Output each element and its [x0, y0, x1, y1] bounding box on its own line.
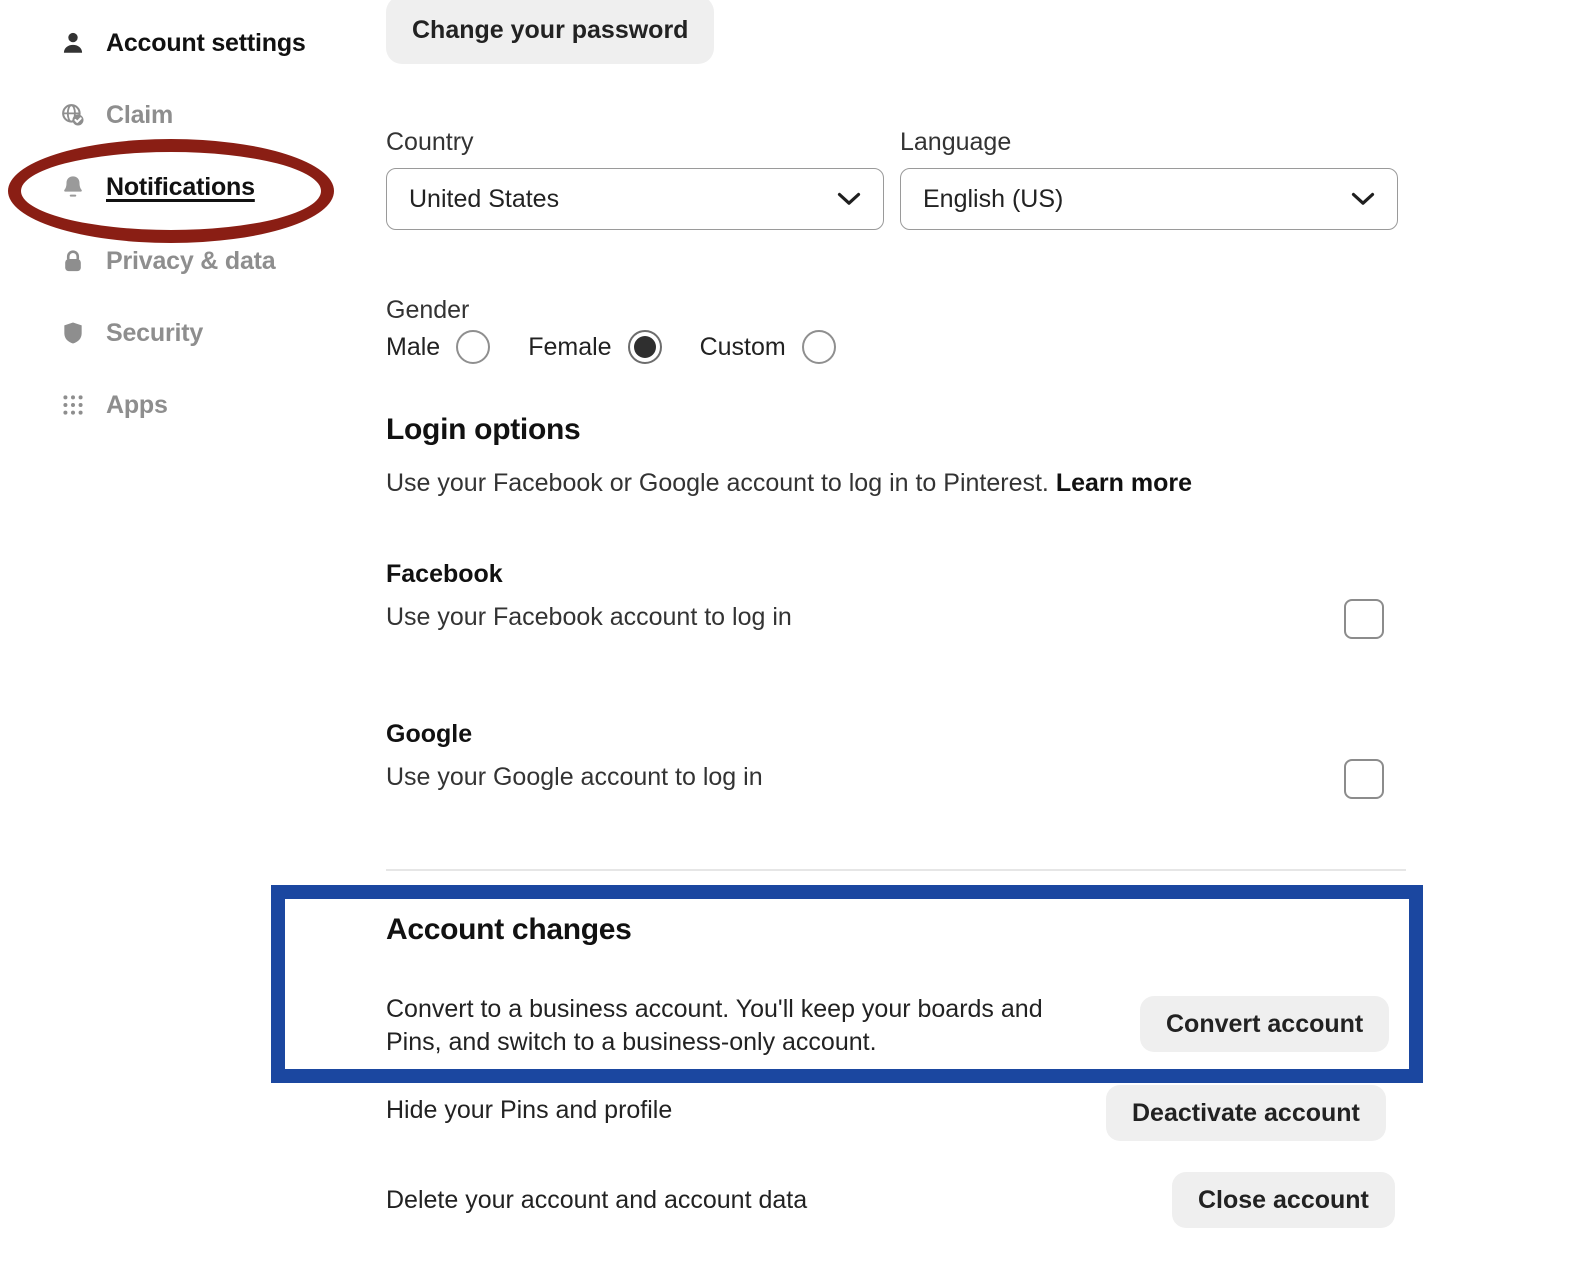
gender-option-female[interactable]: Female — [528, 330, 662, 364]
login-options-description: Use your Facebook or Google account to l… — [386, 469, 1192, 498]
change-password-button[interactable]: Change your password — [386, 0, 715, 64]
learn-more-link[interactable]: Learn more — [1056, 469, 1192, 497]
login-options-description-text: Use your Facebook or Google account to l… — [386, 469, 1049, 497]
gender-option-label: Custom — [699, 332, 786, 361]
language-select[interactable]: English (US) — [900, 168, 1398, 230]
close-account-description: Delete your account and account data — [386, 1186, 808, 1214]
chevron-down-icon — [1351, 192, 1375, 206]
deactivate-account-description: Hide your Pins and profile — [386, 1096, 673, 1124]
country-select[interactable]: United States — [386, 168, 884, 230]
deactivate-account-button[interactable]: Deactivate account — [1106, 1085, 1386, 1141]
language-select-value: English (US) — [923, 184, 1064, 213]
country-label: Country — [386, 128, 474, 156]
provider-description-google: Use your Google account to log in — [386, 763, 763, 791]
login-options-title: Login options — [386, 413, 581, 446]
checkbox-facebook-login[interactable] — [1344, 599, 1384, 639]
account-changes-title: Account changes — [386, 913, 632, 946]
provider-description-facebook: Use your Facebook account to log in — [386, 603, 792, 631]
provider-name-facebook: Facebook — [386, 560, 503, 588]
chevron-down-icon — [837, 192, 861, 206]
radio-female[interactable] — [627, 330, 662, 364]
gender-label: Gender — [386, 296, 470, 324]
provider-name-google: Google — [386, 720, 473, 748]
convert-account-description: Convert to a business account. You'll ke… — [386, 995, 1043, 1056]
checkbox-google-login[interactable] — [1344, 759, 1384, 799]
convert-account-button[interactable]: Convert account — [1140, 996, 1390, 1052]
gender-option-label: Male — [386, 332, 441, 361]
gender-radio-group: Male Female Custom — [386, 330, 874, 364]
section-divider — [386, 869, 1406, 871]
gender-option-male[interactable]: Male — [386, 330, 491, 364]
gender-option-custom[interactable]: Custom — [700, 330, 836, 364]
radio-male[interactable] — [456, 330, 491, 364]
radio-custom[interactable] — [801, 330, 836, 364]
language-label: Language — [900, 128, 1012, 156]
account-settings-panel: Change your password Country United Stat… — [0, 0, 1578, 1286]
gender-option-label: Female — [528, 332, 612, 361]
close-account-button[interactable]: Close account — [1172, 1172, 1395, 1228]
country-select-value: United States — [409, 184, 560, 213]
